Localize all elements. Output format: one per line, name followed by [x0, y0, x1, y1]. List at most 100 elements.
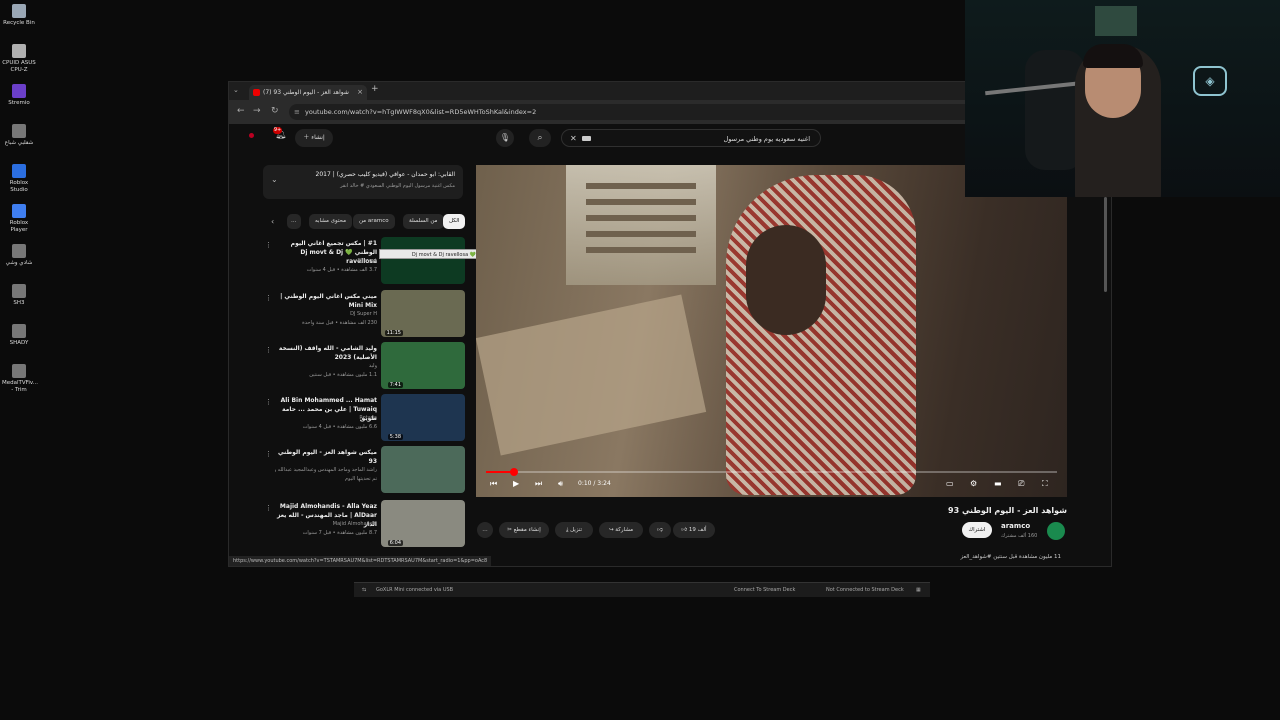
like-button[interactable]: 👍︎ 19 ألف	[673, 522, 715, 538]
related-video-title[interactable]: ميكس شواهد العز - اليوم الوطني 93	[275, 448, 377, 466]
scrubber-handle[interactable]	[509, 468, 518, 476]
clear-search-icon[interactable]: ✕	[570, 130, 577, 148]
grid-icon[interactable]: ▦	[916, 583, 921, 597]
video-title: شواهد العز - اليوم الوطني 93	[948, 506, 1067, 515]
stream-deck-status: Not Connected to Stream Deck	[826, 587, 904, 593]
duration-badge: 11:15	[384, 330, 403, 336]
webcam-overlay: ◈	[965, 0, 1280, 197]
browser-tab[interactable]: (7) شواهد العز - اليوم الوطني 93 ×	[249, 85, 367, 100]
subscribe-button[interactable]: اشتراك	[962, 522, 992, 538]
video-player[interactable]: ⏮ ▶ ⏭ 🔊︎ 0:10 / 3:24 ▭ ⚙ ▬ ⎚ ⛶	[476, 165, 1067, 497]
tiger-logo-icon: ◈	[1193, 66, 1227, 96]
desktop-icon-folder-1[interactable]: شقلبي شباع	[2, 124, 36, 147]
desktop-icon-sh3[interactable]: SH3	[2, 284, 36, 307]
previous-icon[interactable]: ⏮	[490, 479, 497, 489]
subtitles-icon[interactable]: ▭	[946, 479, 954, 488]
connect-stream-deck-link[interactable]: Connect To Stream Deck	[734, 583, 795, 597]
desktop-icon-stremio[interactable]: Stremio	[2, 84, 36, 107]
chevron-left-icon[interactable]: ‹	[271, 217, 274, 226]
related-video-item[interactable]: ⋮ 5:38 Ali Bin Mohammed ... Hamat Tuwaiq |…	[265, 394, 465, 442]
url-field[interactable]: ≡ youtube.com/watch?v=hTgIWWF8qX0&list=R…	[289, 104, 989, 120]
more-vert-icon[interactable]: ⋮	[265, 294, 272, 302]
related-video-channel[interactable]: وليد	[275, 363, 377, 369]
thumbs-up-icon: 👍︎	[681, 527, 689, 533]
related-video-channel[interactable]: Dj movt	[275, 258, 377, 264]
channel-avatar[interactable]	[1047, 522, 1065, 540]
chevron-down-icon[interactable]: ⌄	[271, 175, 278, 184]
avatar[interactable]	[249, 133, 254, 138]
video-thumbnail[interactable]	[381, 237, 465, 284]
chips-more[interactable]: …	[287, 214, 301, 229]
related-video-item[interactable]: ⋮ 7:41 وليد الشامي - الله واقف (النسخة الأ…	[265, 342, 465, 390]
create-button[interactable]: ＋ إنشاء	[295, 129, 333, 147]
duration-badge: 7:41	[387, 382, 403, 388]
cast-icon[interactable]: ⎚	[1018, 479, 1024, 489]
reload-icon[interactable]: ↻	[271, 106, 279, 116]
desktop-icon-folder-2[interactable]: شادي وشي	[2, 244, 36, 267]
desktop-icon-recycle-bin[interactable]: Recycle Bin	[2, 4, 36, 27]
chip-from-series[interactable]: من السلسلة	[403, 214, 444, 229]
search-icon: ⌕	[537, 133, 543, 143]
goxlr-connection-status: GoXLR Mini connected via USB	[376, 587, 454, 593]
video-frame-face	[746, 225, 826, 335]
dislike-button[interactable]: 👎︎	[649, 522, 671, 538]
related-video-item[interactable]: ⋮ 6:04 Majid Almohandis - Alla Yeaz AlDaar…	[265, 500, 465, 548]
subscriber-count: 160 ألف مشترك	[1001, 533, 1038, 539]
search-button[interactable]: ⌕	[529, 129, 551, 147]
keyboard-icon[interactable]	[582, 136, 591, 141]
video-frame-paper	[476, 294, 707, 456]
related-video-channel[interactable]: راشد الماجد وماجد المهندس وعبدالمجيد عبد…	[275, 467, 377, 473]
more-vert-icon[interactable]: ⋮	[265, 450, 272, 458]
related-video-item[interactable]: ⋮ ميكس شواهد العز - اليوم الوطني 93 راشد ا…	[265, 446, 465, 494]
more-vert-icon[interactable]: ⋮	[265, 346, 272, 354]
search-input[interactable]: ✕ اغنيه سعوديه يوم وطني مرسول	[561, 129, 821, 147]
playlist-subtitle: مكس اغنية مرسول اليوم الوطني السعودي # خ…	[340, 183, 455, 189]
more-vert-icon[interactable]: ⋮	[265, 504, 272, 512]
status-bar-url: https://www.youtube.com/watch?v=TSTAMRSA…	[229, 556, 492, 566]
scrollbar[interactable]	[1104, 197, 1107, 292]
desktop-icon-cpuz[interactable]: CPUID ASUS CPU-Z	[2, 44, 36, 74]
share-button[interactable]: ↪ مشاركة	[599, 522, 643, 538]
video-description[interactable]: 11 مليون مشاهدة قبل سنتين #شواهد_العز	[825, 554, 1062, 560]
volume-icon[interactable]: 🔊︎	[558, 479, 563, 489]
related-video-title[interactable]: وليد الشامي - الله واقف (النسخة الأصلية)…	[275, 344, 377, 362]
related-video-title[interactable]: ميني مكس اغاني اليوم الوطني | Mini Mix	[275, 292, 377, 310]
playlist-panel[interactable]: ⌄ القابي: ابو حمدان - عوافي (فيديو كليب …	[263, 165, 463, 199]
related-video-item[interactable]: ⋮ 11:15 ميني مكس اغاني اليوم الوطني | Mini…	[265, 290, 465, 338]
back-icon[interactable]: ←	[237, 106, 245, 116]
duration-badge: 6:04	[387, 540, 403, 546]
forward-icon[interactable]: →	[253, 106, 261, 116]
next-icon[interactable]: ⏭	[535, 479, 542, 489]
roblox-studio-icon	[12, 164, 26, 178]
clip-button[interactable]: ✂ إنشاء مقطع	[499, 522, 549, 538]
tab-search-icon[interactable]: ⌄	[233, 86, 239, 94]
fullscreen-icon[interactable]: ⛶	[1042, 479, 1048, 489]
more-actions-button[interactable]: …	[477, 522, 493, 538]
new-tab-icon[interactable]: +	[371, 84, 379, 94]
desktop-icon-roblox-studio[interactable]: Roblox Studio	[2, 164, 36, 194]
progress-bar[interactable]	[486, 468, 1057, 476]
shortcut-icon	[12, 124, 26, 138]
recycle-bin-icon	[12, 4, 26, 18]
desktop-icon-medaltv[interactable]: MedalTVFiv... - Trim	[2, 364, 38, 394]
close-tab-icon[interactable]: ×	[357, 85, 363, 100]
channel-name[interactable]: aramco	[1001, 522, 1030, 530]
related-video-channel[interactable]: Rotana	[275, 415, 377, 421]
download-button[interactable]: ⤓ تنزيل	[555, 522, 593, 538]
site-info-icon[interactable]: ≡	[294, 104, 300, 120]
theater-mode-icon[interactable]: ▬	[994, 479, 1002, 488]
settings-gear-icon[interactable]: ⚙	[970, 479, 977, 488]
related-video-channel[interactable]: DJ Super H	[275, 311, 377, 317]
chip-related[interactable]: محتوى مشابه	[309, 214, 353, 229]
chip-all[interactable]: الكل	[443, 214, 466, 229]
related-video-channel[interactable]: Majid Almohandis	[275, 521, 377, 527]
related-video-item[interactable]: ⋮ #1 | مكس تجميع اغاني اليوم الوطني 💚 Dj …	[265, 237, 465, 285]
chip-from-aramco[interactable]: من aramco	[353, 214, 395, 229]
more-vert-icon[interactable]: ⋮	[265, 398, 272, 406]
desktop-icon-roblox-player[interactable]: Roblox Player	[2, 204, 36, 234]
play-icon[interactable]: ▶	[513, 479, 519, 488]
video-thumbnail[interactable]	[381, 446, 465, 493]
voice-search-button[interactable]: 🎙︎	[496, 129, 514, 147]
desktop-icon-shady[interactable]: SHADY	[2, 324, 36, 347]
more-vert-icon[interactable]: ⋮	[265, 241, 272, 249]
